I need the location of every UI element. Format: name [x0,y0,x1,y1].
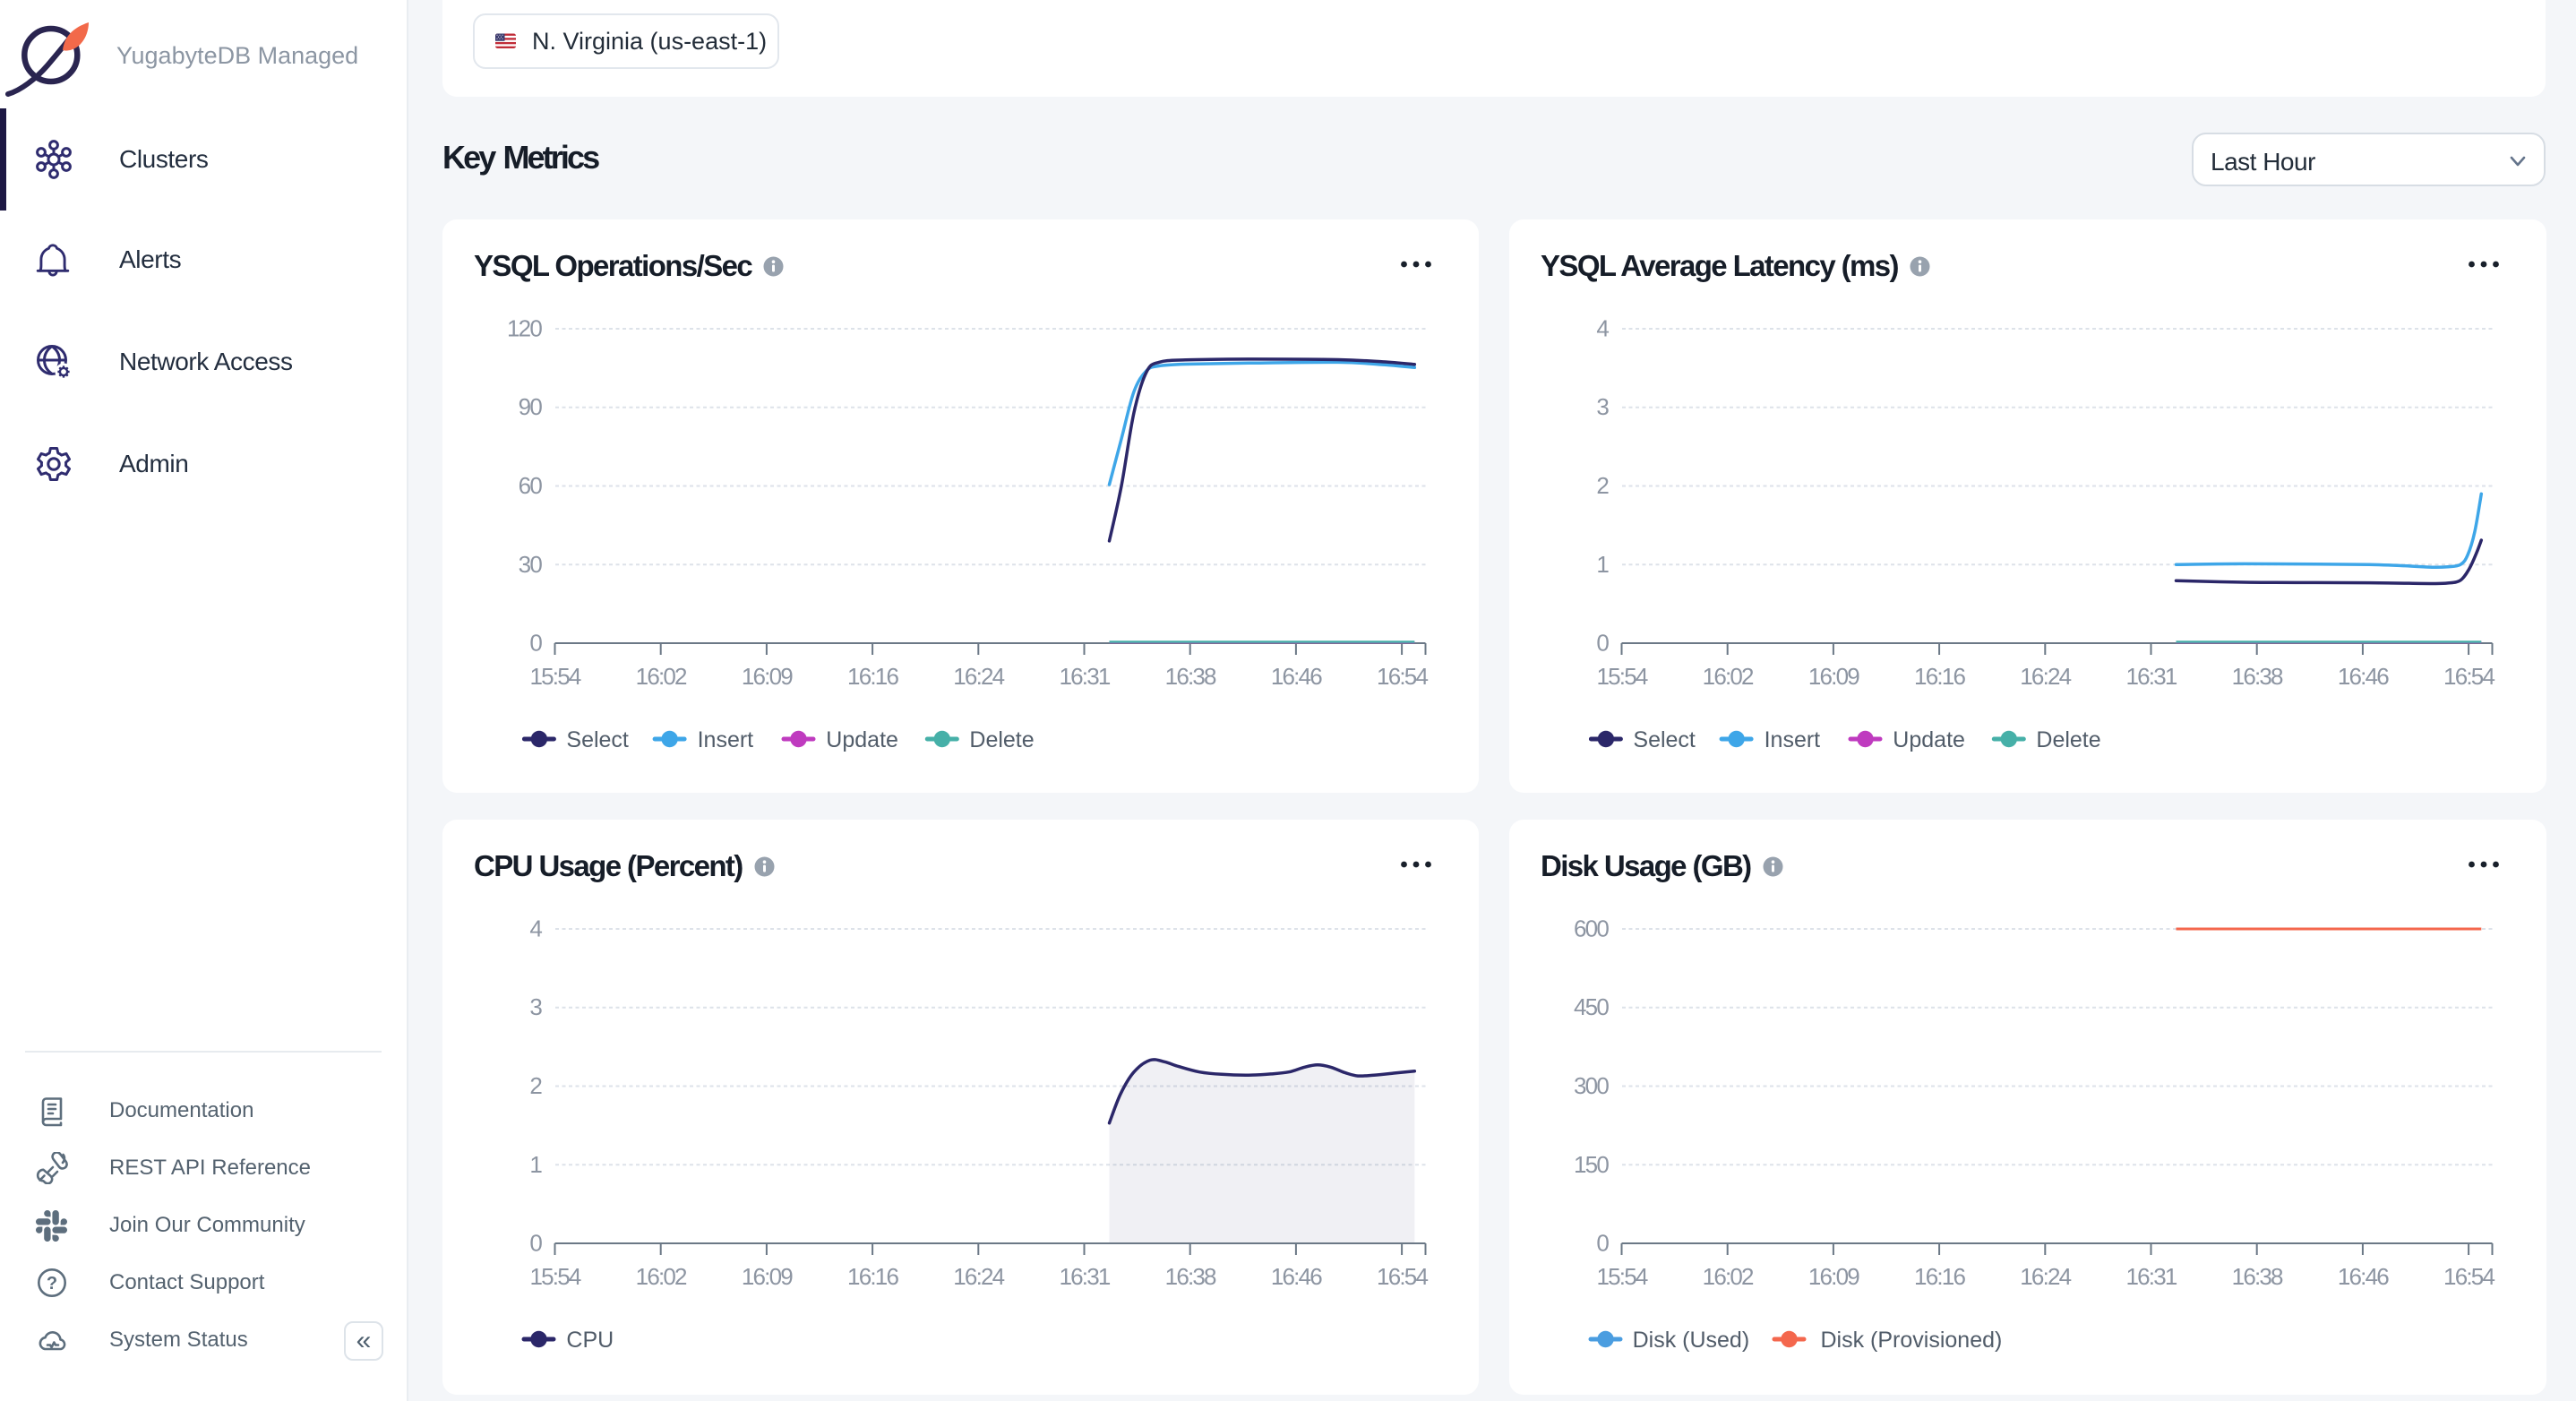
svg-text:450: 450 [1574,993,1609,1020]
svg-text:CPU: CPU [566,1328,614,1353]
svg-text:16:38: 16:38 [1165,1263,1216,1290]
svg-text:1: 1 [529,1151,542,1178]
svg-text:16:24: 16:24 [953,663,1004,690]
svg-text:0: 0 [1596,630,1609,657]
svg-text:16:16: 16:16 [1914,663,1965,690]
svg-text:2: 2 [529,1072,542,1099]
svg-text:16:38: 16:38 [2232,663,2283,690]
svg-text:16:31: 16:31 [1059,663,1110,690]
svg-text:16:24: 16:24 [953,1263,1004,1290]
svg-text:16:31: 16:31 [2125,1263,2177,1290]
svg-text:60: 60 [519,472,543,499]
svg-text:120: 120 [507,315,542,342]
svg-text:15:54: 15:54 [1596,663,1647,690]
svg-text:Insert: Insert [698,727,754,752]
svg-text:16:46: 16:46 [2338,663,2389,690]
svg-text:16:46: 16:46 [2338,1263,2389,1290]
svg-text:16:54: 16:54 [2443,1263,2494,1290]
svg-text:Disk (Provisioned): Disk (Provisioned) [1821,1328,2003,1353]
svg-text:3: 3 [1596,393,1609,420]
svg-text:?: ? [47,1274,57,1294]
svg-text:16:24: 16:24 [2020,1263,2071,1290]
svg-text:16:09: 16:09 [742,663,793,690]
svg-text:30: 30 [519,551,543,578]
svg-text:16:31: 16:31 [1059,1263,1110,1290]
svg-text:4: 4 [529,915,542,942]
svg-text:90: 90 [519,393,543,420]
svg-text:1: 1 [1596,551,1609,578]
svg-text:2: 2 [1596,472,1609,499]
svg-text:0: 0 [529,630,542,657]
svg-text:Update: Update [826,727,898,752]
svg-text:0: 0 [529,1230,542,1257]
svg-text:0: 0 [1596,1230,1609,1257]
svg-text:15:54: 15:54 [1596,1263,1647,1290]
svg-text:16:16: 16:16 [847,663,898,690]
svg-text:Select: Select [566,727,629,752]
svg-text:16:02: 16:02 [636,1263,687,1290]
svg-text:16:09: 16:09 [742,1263,793,1290]
svg-text:16:02: 16:02 [1703,1263,1754,1290]
svg-text:Update: Update [1893,727,1965,752]
svg-text:15:54: 15:54 [529,663,580,690]
svg-text:Delete: Delete [969,727,1034,752]
svg-text:600: 600 [1574,915,1609,942]
svg-text:4: 4 [1596,315,1609,342]
svg-text:16:54: 16:54 [2443,663,2494,690]
svg-text:16:38: 16:38 [1165,663,1216,690]
svg-text:15:54: 15:54 [529,1263,580,1290]
svg-text:16:54: 16:54 [1377,663,1428,690]
svg-text:Delete: Delete [2036,727,2100,752]
svg-text:Select: Select [1633,727,1696,752]
svg-text:16:02: 16:02 [636,663,687,690]
svg-text:16:46: 16:46 [1271,663,1322,690]
svg-text:16:38: 16:38 [2232,1263,2283,1290]
svg-text:16:16: 16:16 [1914,1263,1965,1290]
svg-text:16:09: 16:09 [1808,663,1859,690]
svg-text:16:54: 16:54 [1377,1263,1428,1290]
svg-text:16:09: 16:09 [1808,1263,1859,1290]
svg-text:16:46: 16:46 [1271,1263,1322,1290]
svg-text:Disk (Used): Disk (Used) [1633,1328,1750,1353]
svg-text:16:02: 16:02 [1703,663,1754,690]
svg-text:150: 150 [1574,1151,1609,1178]
svg-text:16:24: 16:24 [2020,663,2071,690]
svg-text:3: 3 [529,993,542,1020]
svg-text:300: 300 [1574,1072,1609,1099]
svg-text:Insert: Insert [1765,727,1821,752]
svg-text:16:16: 16:16 [847,1263,898,1290]
svg-text:16:31: 16:31 [2125,663,2177,690]
